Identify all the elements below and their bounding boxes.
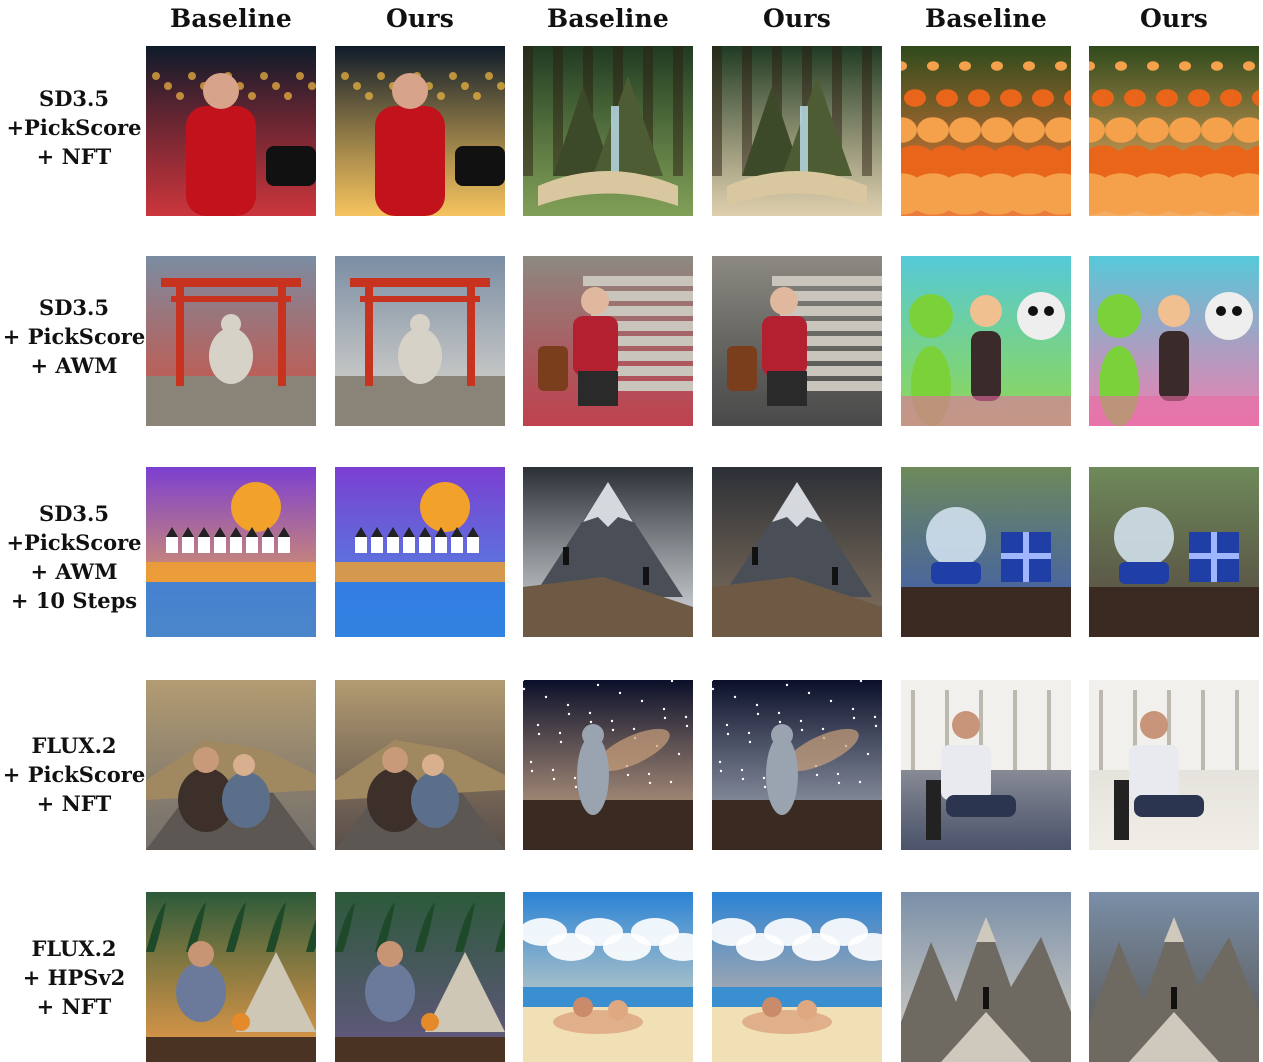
image-tile-painting-village-ours <box>335 467 505 637</box>
row-label-5: FLUX.2 + HPSv2 + NFT <box>0 934 148 1021</box>
row-label-line: SD3.5 <box>39 85 109 111</box>
image-tile-forest-book-ours <box>712 46 882 216</box>
image-graffiti <box>901 256 1071 426</box>
image-galaxy <box>712 680 882 850</box>
image-road-couple <box>146 680 316 850</box>
image-snowglobe <box>901 467 1071 637</box>
image-tile-road-couple-baseline <box>146 680 316 850</box>
image-mountain <box>523 467 693 637</box>
column-header-6: Ours <box>1140 4 1208 33</box>
image-cafe-man <box>901 680 1071 850</box>
image-tile-pumpkins-baseline <box>901 46 1071 216</box>
row-label-line: + AWM <box>30 352 118 378</box>
image-tile-forest-book-baseline <box>523 46 693 216</box>
image-tile-peaks-ours <box>1089 892 1259 1062</box>
image-tile-camping-ours <box>335 892 505 1062</box>
image-tile-torii-ours <box>335 256 505 426</box>
image-snowglobe <box>1089 467 1259 637</box>
image-tile-painting-village-baseline <box>146 467 316 637</box>
image-tile-galaxy-baseline <box>523 680 693 850</box>
image-tile-city-night-ours <box>335 46 505 216</box>
image-tile-camping-baseline <box>146 892 316 1062</box>
image-stairs-woman <box>712 256 882 426</box>
image-peaks <box>1089 892 1259 1062</box>
row-label-line: +PickScore <box>6 114 142 140</box>
image-pumpkins <box>1089 46 1259 216</box>
row-label-2: SD3.5 + PickScore + AWM <box>0 293 148 380</box>
image-torii <box>146 256 316 426</box>
image-tile-torii-baseline <box>146 256 316 426</box>
row-label-line: + HPSv2 <box>22 964 126 990</box>
image-tile-city-night-baseline <box>146 46 316 216</box>
row-label-line: SD3.5 <box>39 294 109 320</box>
image-tile-cafe-man-ours <box>1089 680 1259 850</box>
image-tile-pumpkins-ours <box>1089 46 1259 216</box>
image-tile-beach-baseline <box>523 892 693 1062</box>
image-tile-cafe-man-baseline <box>901 680 1071 850</box>
row-label-line: + NFT <box>36 143 112 169</box>
image-cafe-man <box>1089 680 1259 850</box>
image-camping <box>146 892 316 1062</box>
image-stairs-woman <box>523 256 693 426</box>
image-tile-snowglobe-ours <box>1089 467 1259 637</box>
image-torii <box>335 256 505 426</box>
image-pumpkins <box>901 46 1071 216</box>
row-label-line: FLUX.2 <box>31 732 117 758</box>
column-header-1: Baseline <box>170 4 292 33</box>
row-label-line: + AWM <box>30 559 118 584</box>
image-tile-graffiti-baseline <box>901 256 1071 426</box>
row-label-line: + NFT <box>36 993 112 1019</box>
image-city-night <box>335 46 505 216</box>
image-peaks <box>901 892 1071 1062</box>
image-tile-snowglobe-baseline <box>901 467 1071 637</box>
column-header-3: Baseline <box>547 4 669 33</box>
column-header-2: Ours <box>386 4 454 33</box>
column-header-5: Baseline <box>925 4 1047 33</box>
row-label-line: SD3.5 <box>39 501 109 526</box>
image-forest-book <box>712 46 882 216</box>
row-label-line: +PickScore <box>6 530 142 555</box>
image-tile-mountain-ours <box>712 467 882 637</box>
image-painting-village <box>146 467 316 637</box>
image-tile-graffiti-ours <box>1089 256 1259 426</box>
image-tile-galaxy-ours <box>712 680 882 850</box>
image-forest-book <box>523 46 693 216</box>
image-tile-road-couple-ours <box>335 680 505 850</box>
image-city-night <box>146 46 316 216</box>
image-mountain <box>712 467 882 637</box>
column-header-4: Ours <box>763 4 831 33</box>
image-tile-stairs-woman-baseline <box>523 256 693 426</box>
image-graffiti <box>1089 256 1259 426</box>
row-label-line: FLUX.2 <box>31 935 117 961</box>
row-label-4: FLUX.2 + PickScore + NFT <box>0 731 148 818</box>
row-label-line: + PickScore <box>2 761 146 787</box>
row-label-line: + 10 Steps <box>10 588 138 613</box>
row-label-3: SD3.5 +PickScore + AWM + 10 Steps <box>0 499 148 615</box>
image-tile-mountain-baseline <box>523 467 693 637</box>
image-tile-beach-ours <box>712 892 882 1062</box>
image-road-couple <box>335 680 505 850</box>
row-label-1: SD3.5 +PickScore + NFT <box>0 84 148 171</box>
image-tile-stairs-woman-ours <box>712 256 882 426</box>
row-label-line: + PickScore <box>2 323 146 349</box>
image-camping <box>335 892 505 1062</box>
row-label-line: + NFT <box>36 790 112 816</box>
image-painting-village <box>335 467 505 637</box>
image-galaxy <box>523 680 693 850</box>
image-beach <box>523 892 693 1062</box>
image-beach <box>712 892 882 1062</box>
image-tile-peaks-baseline <box>901 892 1071 1062</box>
